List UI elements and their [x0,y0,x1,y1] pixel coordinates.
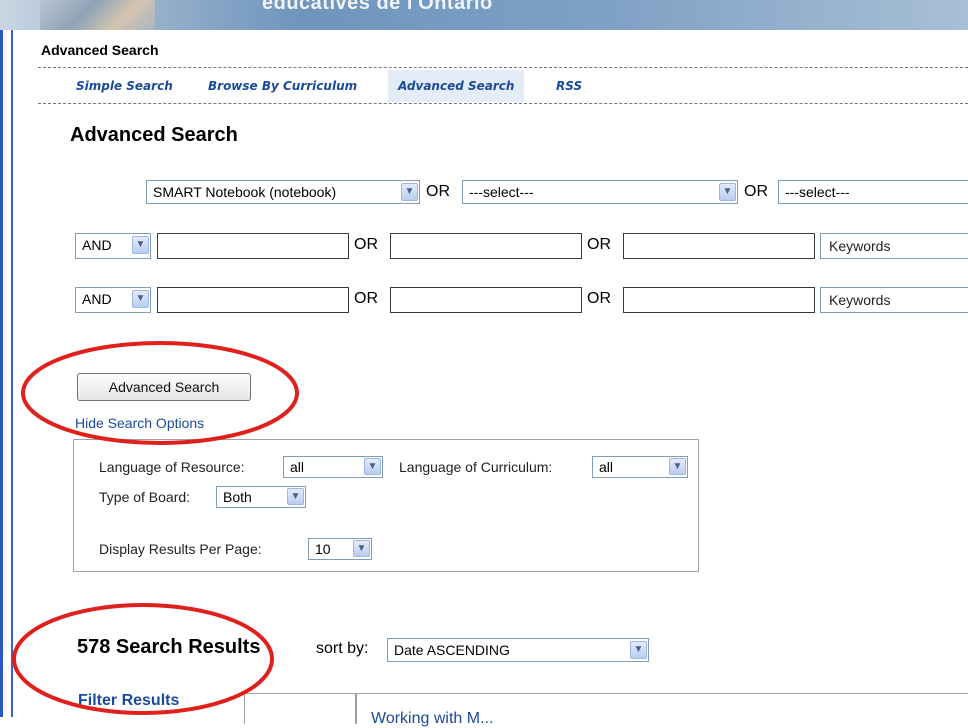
annotation-circle-results [12,603,274,715]
annotation-circle-button [21,341,299,445]
annotation-overlay [12,341,299,715]
